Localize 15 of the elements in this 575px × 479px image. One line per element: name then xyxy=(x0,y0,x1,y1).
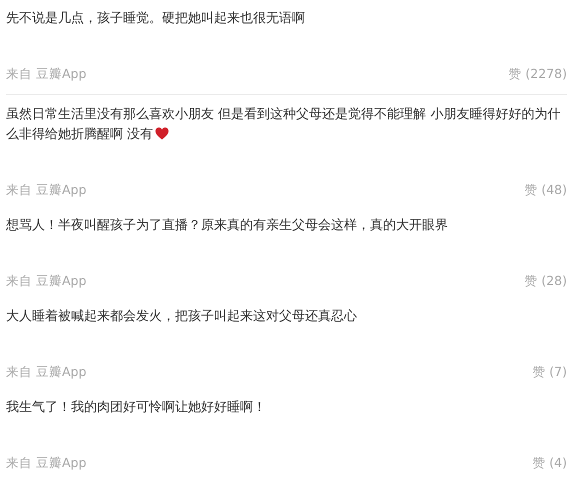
like-count[interactable]: 赞 (28) xyxy=(524,271,567,291)
like-count[interactable]: 赞 (7) xyxy=(532,362,567,382)
source-label: 来自 豆瓣App xyxy=(6,65,86,83)
like-count[interactable]: 赞 (48) xyxy=(524,180,567,200)
source-label: 来自 豆瓣App xyxy=(6,363,86,381)
source-label: 来自 豆瓣App xyxy=(6,272,86,290)
comment-text: 想骂人！半夜叫醒孩子为了直播？原来真的有亲生父母会这样，真的大开眼界 xyxy=(6,217,449,235)
comment-text: 我生气了！我的肉团好可怜啊让她好好睡啊！ xyxy=(6,399,267,417)
comment-text: 虽然日常生活里没有那么喜欢小朋友 但是看到这种父母还是觉得不能理解 小朋友睡得好好的为什么非得给她折腾醒啊 没有 xyxy=(6,106,562,144)
like-count[interactable]: 赞 (4) xyxy=(532,453,567,473)
like-count[interactable]: 赞 (2278) xyxy=(508,64,567,84)
source-label: 来自 豆瓣App xyxy=(6,454,86,472)
comment-text: 先不说是几点，孩子睡觉。硬把她叫起来也很无语啊 xyxy=(6,10,306,28)
source-label: 来自 豆瓣App xyxy=(6,181,86,199)
comment-text: 大人睡着被喊起来都会发火，把孩子叫起来这对父母还真忍心 xyxy=(6,308,358,326)
